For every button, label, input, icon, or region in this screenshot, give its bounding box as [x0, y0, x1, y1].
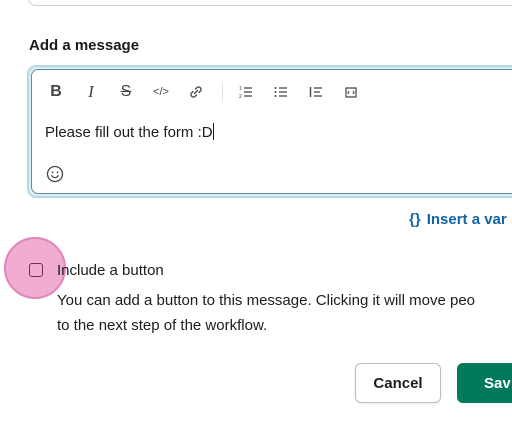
- toolbar-divider: [222, 83, 223, 101]
- code-icon[interactable]: </>: [150, 81, 172, 103]
- blockquote-icon[interactable]: [305, 81, 327, 103]
- bold-icon[interactable]: B: [45, 81, 67, 103]
- include-button-checkbox[interactable]: [29, 263, 43, 277]
- insert-variable-link[interactable]: {} Insert a var: [409, 211, 507, 228]
- previous-field[interactable]: [28, 0, 512, 6]
- text-caret: [212, 123, 214, 140]
- cancel-button[interactable]: Cancel: [355, 363, 441, 403]
- italic-icon[interactable]: I: [80, 81, 102, 103]
- ordered-list-icon[interactable]: 12: [235, 81, 257, 103]
- add-message-label: Add a message: [29, 37, 140, 54]
- braces-icon: {}: [409, 211, 421, 228]
- include-button-description: You can add a button to this message. Cl…: [57, 292, 476, 334]
- message-text[interactable]: Please fill out the form :D: [45, 123, 214, 141]
- formatting-toolbar: B I S </> 12: [45, 81, 375, 103]
- link-icon[interactable]: [185, 81, 207, 103]
- bulleted-list-icon[interactable]: [270, 81, 292, 103]
- strikethrough-icon[interactable]: S: [115, 81, 137, 103]
- include-button-label[interactable]: Include a button: [57, 262, 164, 279]
- message-editor[interactable]: B I S </> 12 Please fill out the form :D: [27, 65, 512, 198]
- svg-text:2: 2: [239, 94, 242, 100]
- svg-text:1: 1: [239, 86, 242, 92]
- code-block-icon[interactable]: [340, 81, 362, 103]
- save-button[interactable]: Sav: [457, 363, 512, 403]
- smiley-icon[interactable]: [46, 165, 64, 183]
